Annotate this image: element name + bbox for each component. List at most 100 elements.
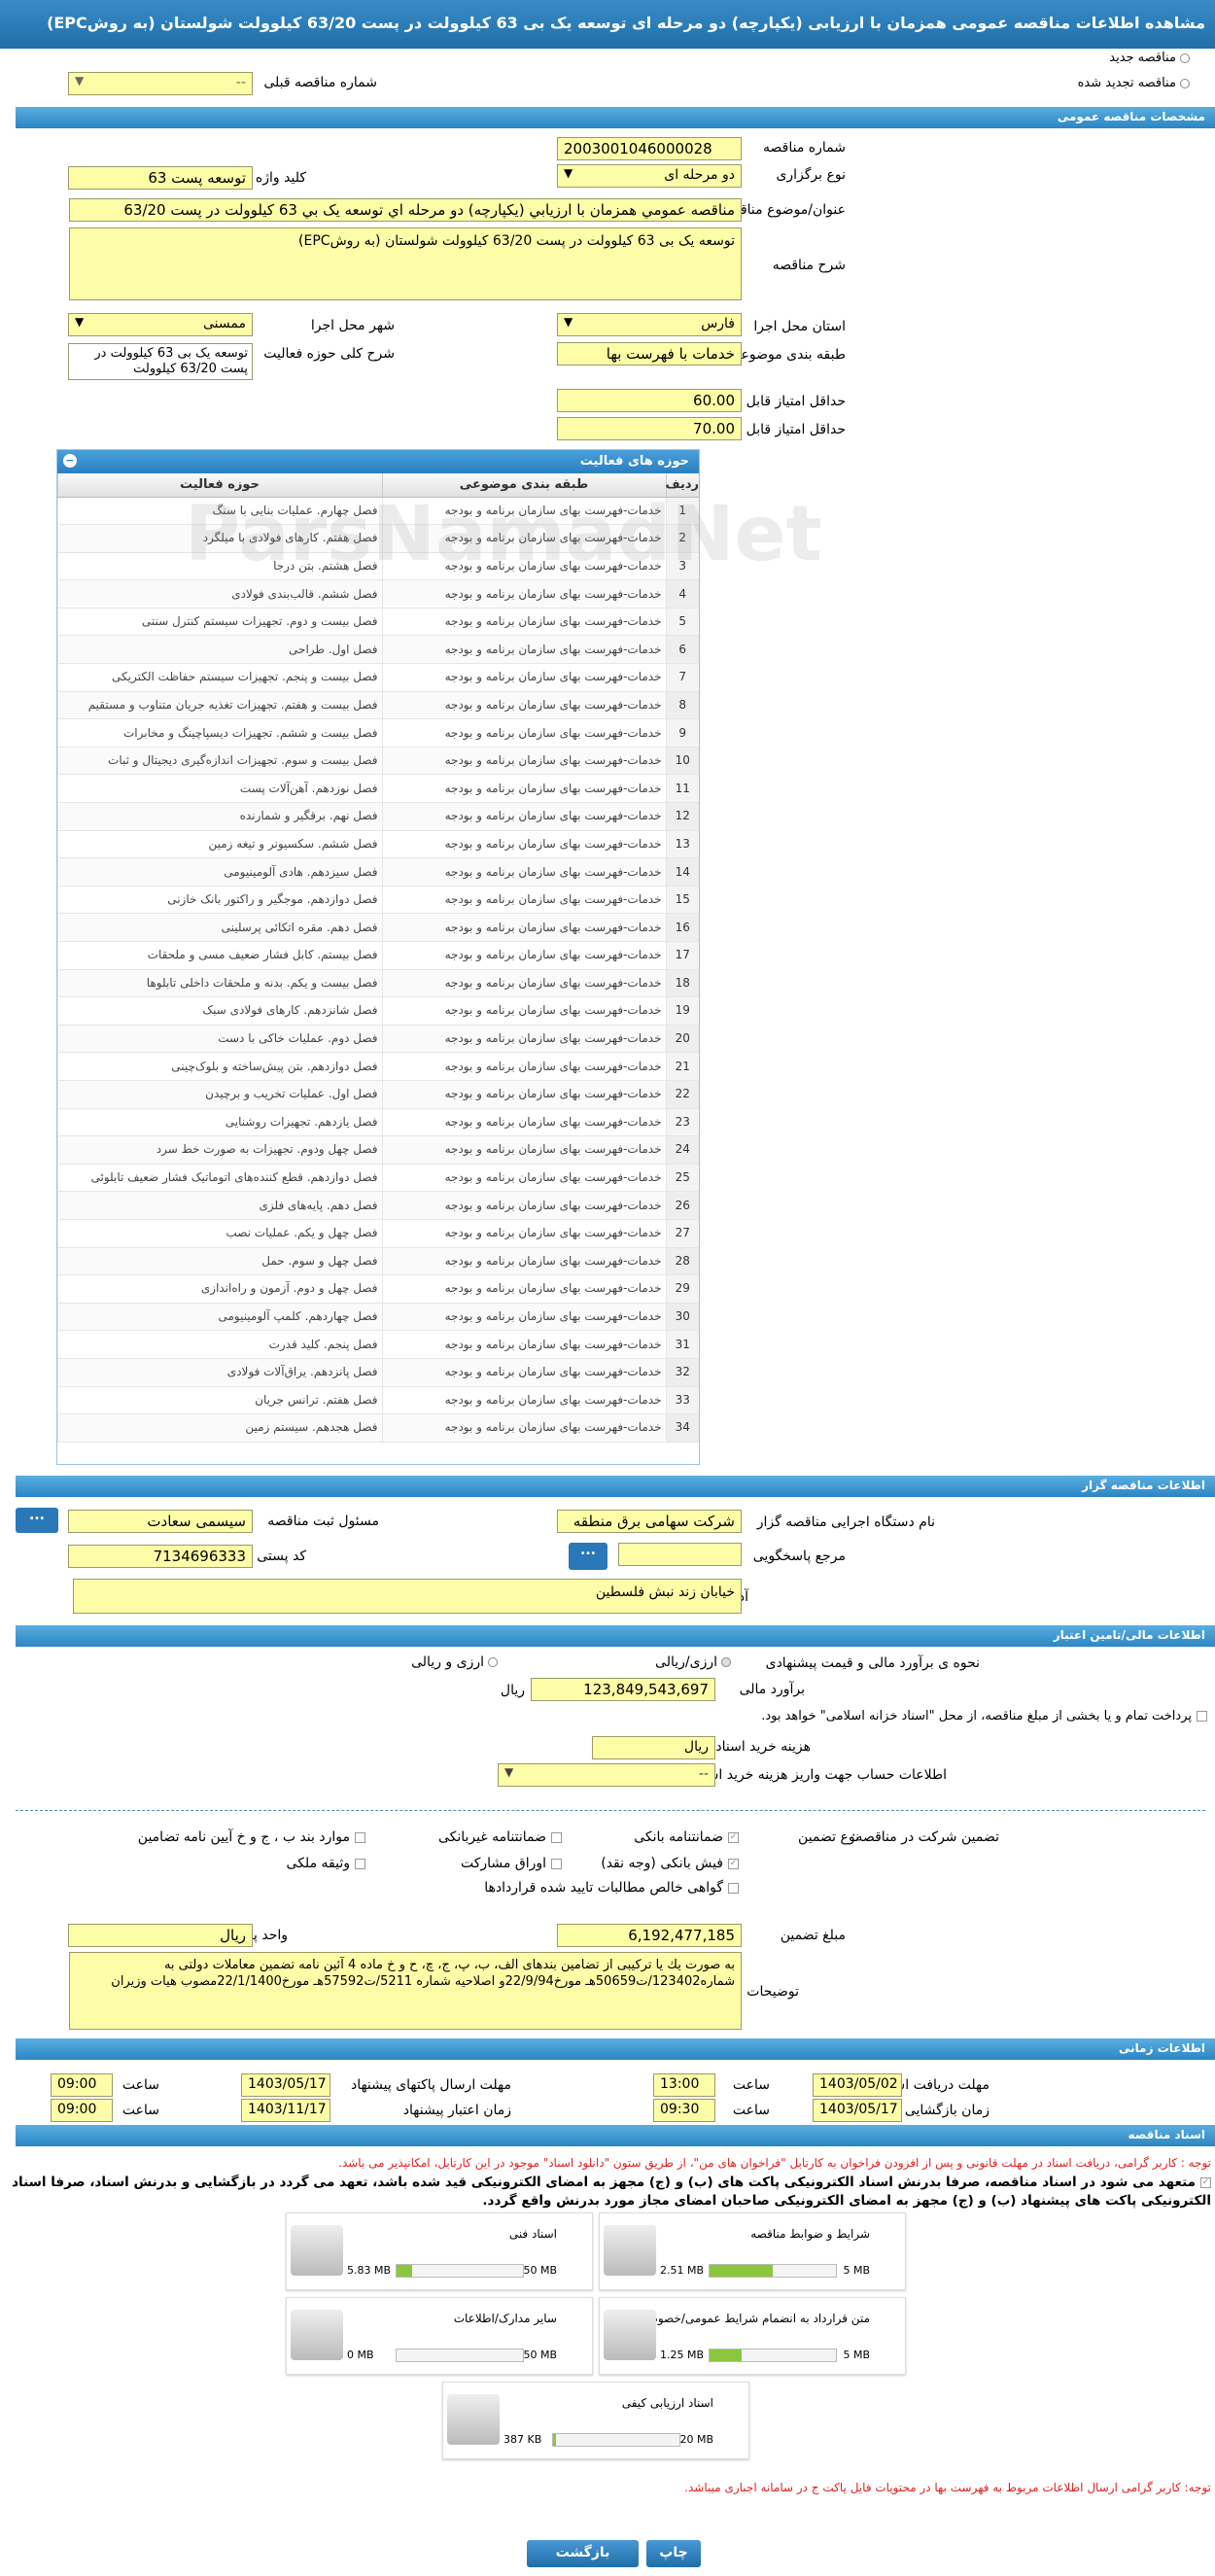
treasury-checkbox[interactable]: پرداخت تمام و یا بخشی از مبلغ مناقصه، از… [761,1709,1207,1723]
category-cell: خدمات-فهرست بهای سازمان برنامه و بودجه [381,718,666,748]
previous-number-select[interactable]: -- ▼ [68,72,253,95]
renewed-tender-radio[interactable]: مناقصه تجدید شده [1078,76,1190,90]
back-button[interactable]: بازگشت [527,2540,639,2567]
folder-icon [291,2310,343,2360]
pricing-option-rial[interactable]: ارزی/ریالی [655,1654,731,1670]
category-label: طبقه بندی موضوعی [729,347,846,363]
guarantee-label: تضمین شرکت در مناقصه: [850,1829,999,1845]
chevron-down-icon: ▼ [564,315,573,329]
field-cell: فصل بیست و پنجم. تجهیزات سیستم حفاظت الک… [56,663,382,692]
officer-more-button[interactable]: ... [16,1508,58,1533]
category-cell: خدمات-فهرست بهای سازمان برنامه و بودجه [381,608,666,637]
tender-type-select[interactable]: دو مرحله ای ▼ [557,164,742,188]
validity-label: زمان اعتبار پیشنهاد [402,2103,511,2118]
collapse-icon[interactable]: − [63,454,77,468]
category-cell: خدمات-فهرست بهای سازمان برنامه و بودجه [381,1135,666,1165]
document-card[interactable]: سایر مدارک/اطلاعات 50 MB 0 MB [286,2297,593,2375]
radio-icon [1180,52,1190,63]
document-max-size: 50 MB [523,2349,557,2361]
table-row: 10 خدمات-فهرست بهای سازمان برنامه و بودجه… [56,747,699,776]
time-label: ساعت [122,2103,159,2118]
activity-grid-header: حوزه های فعالیت − [57,450,699,473]
guarantee-cash-label: فیش بانکی (وجه نقد) [601,1856,723,1871]
account-value: -- [698,1766,709,1782]
renewed-tender-label: مناقصه تجدید شده [1077,76,1176,90]
guarantee-bylaw-label: موارد بند ب ، ج و خ آیین نامه تضامین [137,1829,350,1845]
guarantee-amount-label: مبلغ تضمین [780,1928,846,1943]
documents-note-commitment-text: متعهد می شود در اسناد مناقصه، صرفا بدرنش… [12,2175,1211,2209]
guarantee-bank-label: ضمانتنامه بانکی [634,1829,723,1845]
document-progress-bar [552,2433,680,2447]
city-select[interactable]: ممسنی ▼ [68,313,253,336]
guarantee-claims-checkbox[interactable]: گواهی خالص مطالبات تایید شده قراردادها [484,1880,739,1896]
document-card[interactable]: اسناد فنی 50 MB 5.83 MB [286,2212,593,2290]
guarantee-claims-label: گواهی خالص مطالبات تایید شده قراردادها [484,1880,723,1896]
document-max-size: 5 MB [843,2264,870,2277]
row-number-cell: 6 [665,635,699,665]
document-card[interactable]: متن قرارداد به انضمام شرایط عمومی/خصوصی 5… [599,2297,906,2375]
document-title: اسناد فنی [508,2227,557,2241]
field-cell: فصل بیست و سوم. تجهیزات اندازه‌گیری دیجی… [56,747,382,776]
table-row: 29 خدمات-فهرست بهای سازمان برنامه و بودجه… [56,1274,699,1304]
table-row: 12 خدمات-فهرست بهای سازمان برنامه و بودجه… [56,802,699,831]
document-card[interactable]: شرایط و ضوابط مناقصه 5 MB 2.51 MB [599,2212,906,2290]
field-cell: فصل چهل و یکم. عملیات نصب [56,1219,382,1248]
row-number-cell: 21 [665,1052,699,1081]
scope-list[interactable]: توسعه یک بی 63 کیلوولت در پست 63/20 کیلو… [68,343,253,380]
previous-number-label: شماره مناقصه قبلی [263,75,377,90]
city-label: شهر محل اجرا [310,318,395,333]
checkbox-icon [1197,1711,1207,1722]
account-select[interactable]: -- ▼ [498,1763,715,1787]
documents-note-commitment: ✓متعهد می شود در اسناد مناقصه، صرفا بدرن… [2,2174,1211,2210]
keyword-label: کلید واژه [255,170,306,186]
checked-icon: ✓ [1200,2176,1211,2188]
tender-type-label: نوع برگزاری [776,167,846,183]
time-label: ساعت [732,2103,770,2118]
guarantee-nonbank-checkbox[interactable]: ضمانتنامه غیربانکی [438,1829,562,1845]
field-cell: فصل پانزدهم. یراق‌آلات فولادی [56,1358,382,1387]
print-button[interactable]: چاپ [646,2540,701,2567]
guarantee-bonds-checkbox[interactable]: اوراق مشارکت [461,1856,562,1871]
checkbox-icon [551,1858,562,1869]
row-number-cell: 22 [665,1080,699,1109]
treasury-note: پرداخت تمام و یا بخشی از مبلغ مناقصه، از… [761,1709,1192,1723]
document-size: 2.51 MB [660,2264,705,2277]
guarantee-bylaw-checkbox[interactable]: موارد بند ب ، ج و خ آیین نامه تضامین [138,1829,365,1845]
field-cell: فصل دوازدهم. بتن پیش‌ساخته و بلوک‌چینی [56,1052,382,1081]
new-tender-radio[interactable]: مناقصه جدید [1109,51,1190,65]
section-general-header: مشخصات مناقصه عمومی [16,107,1215,128]
category-cell: خدمات-فهرست بهای سازمان برنامه و بودجه [381,802,666,831]
receive-time-field: 13:00 [653,2073,715,2097]
guarantee-nonbank-label: ضمانتنامه غیربانکی [437,1829,546,1845]
province-select[interactable]: فارس ▼ [557,313,742,336]
guarantee-cash-checkbox[interactable]: ✓ فیش بانکی (وجه نقد) [601,1856,739,1871]
category-cell: خدمات-فهرست بهای سازمان برنامه و بودجه [381,1025,666,1054]
guarantee-bank-checkbox[interactable]: ✓ ضمانتنامه بانکی [634,1829,739,1845]
section-timing-header: اطلاعات زمانی [16,2038,1215,2060]
row-number-cell: 29 [665,1274,699,1304]
category-cell: خدمات-فهرست بهای سازمان برنامه و بودجه [381,635,666,665]
table-row: 26 خدمات-فهرست بهای سازمان برنامه و بودجه… [56,1191,699,1220]
table-row: 19 خدمات-فهرست بهای سازمان برنامه و بودجه… [56,996,699,1026]
radio-icon [1180,78,1190,88]
document-progress-bar [709,2264,837,2278]
table-row: 32 خدمات-فهرست بهای سازمان برنامه و بودجه… [56,1358,699,1387]
checked-icon: ✓ [728,1831,739,1843]
document-title: اسناد ارزیابی کیفی [621,2396,713,2410]
estimate-field: 123,849,543,697 [531,1678,715,1701]
table-row: 17 خدمات-فهرست بهای سازمان برنامه و بودجه… [56,941,699,970]
row-number-cell: 24 [665,1135,699,1165]
guarantee-property-checkbox[interactable]: وثیقه ملکی [287,1856,365,1871]
checkbox-icon [355,1858,365,1869]
address-field: خیابان زند نبش فلسطین [73,1579,742,1614]
pricing-option-mixed[interactable]: ارزی و ریالی [411,1654,498,1670]
document-card[interactable]: اسناد ارزیابی کیفی 20 MB 387 KB [442,2382,749,2459]
document-progress-fill [397,2265,412,2277]
row-number-cell: 16 [665,913,699,942]
reference-more-button[interactable]: ... [569,1543,608,1570]
category-cell: خدمات-فهرست بهای سازمان برنامه و بودجه [381,774,666,804]
category-cell: خدمات-فهرست بهای سازمان برنامه و بودجه [381,1303,666,1332]
officer-label: مسئول ثبت مناقصه [267,1514,379,1529]
table-row: 9 خدمات-فهرست بهای سازمان برنامه و بودجه ف… [56,718,699,748]
new-tender-label: مناقصه جدید [1109,51,1176,65]
